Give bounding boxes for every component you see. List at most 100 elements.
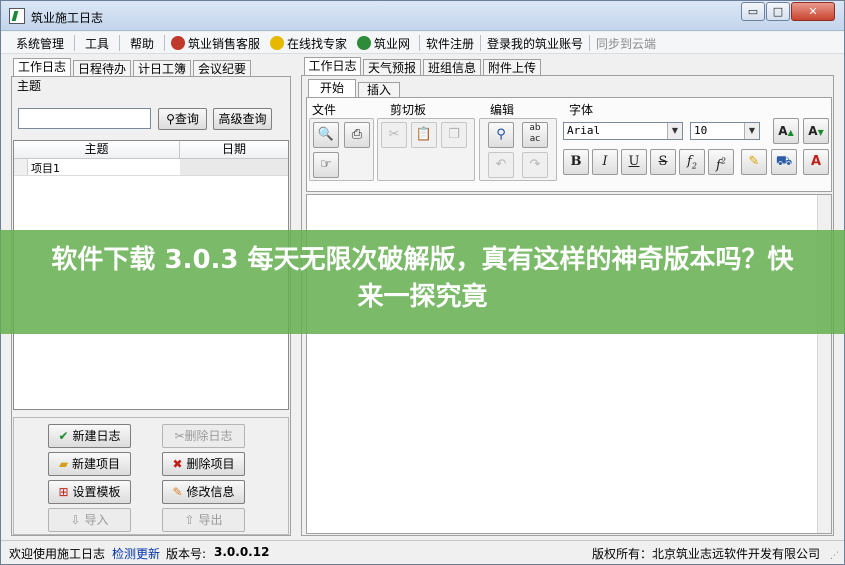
title-bar: 筑业施工日志 ▭ □ ✕ bbox=[1, 1, 844, 31]
font-size-value: 10 bbox=[694, 124, 708, 137]
template-label: 设置模板 bbox=[72, 485, 121, 499]
edit-info-button[interactable]: ✎ 修改信息 bbox=[162, 480, 245, 504]
close-button[interactable]: ✕ bbox=[791, 2, 835, 21]
menu-separator bbox=[589, 35, 590, 51]
paste-button[interactable]: 📋 bbox=[411, 122, 437, 148]
search-input[interactable] bbox=[18, 108, 151, 129]
menu-sales-service[interactable]: 筑业销售客服 bbox=[171, 35, 260, 52]
find-binoculars-icon: ⚲ bbox=[496, 127, 506, 142]
new-project-button[interactable]: ▰ 新建项目 bbox=[48, 452, 131, 476]
paint-bucket-icon: ⛟ bbox=[775, 154, 793, 169]
font-size-select[interactable]: 10 ▼ bbox=[690, 122, 760, 140]
group-label-font: 字体 bbox=[569, 103, 594, 117]
menu-cloud-sync[interactable]: 同步到云端 bbox=[596, 35, 656, 52]
highlight-button[interactable]: ✎ bbox=[741, 149, 767, 175]
ribbon-tab-home[interactable]: 开始 bbox=[308, 79, 356, 97]
new-log-label: 新建日志 bbox=[72, 429, 121, 443]
find-button[interactable]: ⚲ bbox=[488, 122, 514, 148]
menu-zhuye-net[interactable]: 筑业网 bbox=[357, 35, 410, 52]
search-button[interactable]: ⚲查询 bbox=[158, 108, 207, 130]
subscript-button[interactable]: f2 bbox=[679, 149, 705, 175]
new-log-button[interactable]: ✔ 新建日志 bbox=[48, 424, 131, 448]
import-label: 导入 bbox=[84, 513, 109, 527]
minimize-button[interactable]: ▭ bbox=[741, 2, 765, 21]
undo-button[interactable]: ↶ bbox=[488, 152, 514, 178]
table-row[interactable]: 项目1 bbox=[14, 159, 288, 176]
font-name-value: Arial bbox=[567, 124, 601, 137]
subscript-icon: f2 bbox=[687, 154, 697, 171]
menu-find-expert[interactable]: 在线找专家 bbox=[270, 35, 347, 52]
replace-button[interactable]: ab ac bbox=[522, 122, 548, 148]
font-name-select[interactable]: Arial ▼ bbox=[563, 122, 683, 140]
edit-info-label: 修改信息 bbox=[186, 485, 235, 499]
undo-icon: ↶ bbox=[495, 157, 507, 172]
resize-grip-icon[interactable]: ⋰ bbox=[830, 551, 839, 561]
clipboard-group: ✂ 📋 ❐ bbox=[377, 118, 475, 181]
menu-system[interactable]: 系统管理 bbox=[16, 35, 64, 52]
delete-project-button[interactable]: ✖ 删除项目 bbox=[162, 452, 245, 476]
redo-button[interactable]: ↷ bbox=[522, 152, 548, 178]
template-icon: ⊞ bbox=[58, 485, 69, 499]
menu-separator bbox=[119, 35, 120, 51]
tab-log-editor[interactable]: 工作日志 bbox=[304, 57, 361, 75]
menu-find-expert-label: 在线找专家 bbox=[287, 37, 348, 51]
format-painter-button[interactable]: ⛟ bbox=[771, 149, 797, 175]
scissors-icon: ✂ bbox=[174, 429, 185, 443]
grow-font-button[interactable]: A▲ bbox=[773, 118, 799, 144]
delete-log-label: 删除日志 bbox=[184, 429, 233, 443]
group-label-clipboard: 剪切板 bbox=[390, 103, 427, 117]
ribbon-tab-insert[interactable]: 插入 bbox=[358, 82, 400, 98]
menu-register[interactable]: 软件注册 bbox=[426, 35, 474, 52]
service-icon bbox=[171, 36, 185, 50]
menu-help[interactable]: 帮助 bbox=[130, 35, 154, 52]
tab-work-log[interactable]: 工作日志 bbox=[13, 58, 71, 76]
menu-separator bbox=[480, 35, 481, 51]
preview-button[interactable]: 🔍 bbox=[313, 122, 339, 148]
shrink-font-button[interactable]: A▼ bbox=[803, 118, 829, 144]
menu-tools[interactable]: 工具 bbox=[85, 35, 109, 52]
delete-log-button[interactable]: ✂删除日志 bbox=[162, 424, 245, 448]
menu-sales-service-label: 筑业销售客服 bbox=[188, 37, 261, 51]
chevron-down-icon: ▼ bbox=[744, 123, 759, 139]
menu-separator bbox=[74, 35, 75, 51]
new-project-label: 新建项目 bbox=[72, 457, 121, 471]
cut-button[interactable]: ✂ bbox=[381, 122, 407, 148]
superscript-button[interactable]: f2 bbox=[708, 149, 734, 175]
menu-bar: 系统管理 工具 帮助 筑业销售客服 在线找专家 筑业网 软件注册 登录我的筑业账… bbox=[1, 32, 844, 54]
italic-button[interactable]: I bbox=[592, 149, 618, 175]
arrow-down-icon: ⇩ bbox=[70, 513, 81, 527]
chevron-down-icon: ▼ bbox=[667, 123, 682, 139]
template-button[interactable]: ⊞ 设置模板 bbox=[48, 480, 131, 504]
menu-login[interactable]: 登录我的筑业账号 bbox=[487, 35, 583, 52]
group-label-file: 文件 bbox=[312, 103, 337, 117]
window-title: 筑业施工日志 bbox=[31, 11, 104, 25]
copy-button[interactable]: ❐ bbox=[441, 122, 467, 148]
menu-zhuye-net-label: 筑业网 bbox=[374, 37, 411, 51]
strikethrough-icon: S bbox=[658, 154, 668, 169]
print-button[interactable]: ⎙ bbox=[344, 122, 370, 148]
column-date[interactable]: 日期 bbox=[180, 141, 288, 159]
bold-button[interactable]: B bbox=[563, 149, 589, 175]
underline-icon: U bbox=[628, 154, 640, 169]
redo-icon: ↷ bbox=[529, 157, 541, 172]
welcome-text: 欢迎使用施工日志 bbox=[9, 547, 106, 561]
column-subject[interactable]: 主题 bbox=[14, 141, 180, 159]
copy-icon: ❐ bbox=[448, 127, 460, 142]
search-button-label: 查询 bbox=[174, 112, 199, 126]
import-button[interactable]: ⇩ 导入 bbox=[48, 508, 131, 532]
row-date bbox=[180, 159, 288, 175]
export-button[interactable]: ⇧ 导出 bbox=[162, 508, 245, 532]
check-update-link[interactable]: 检测更新 bbox=[112, 545, 160, 562]
maximize-button[interactable]: □ bbox=[766, 2, 790, 21]
strikethrough-button[interactable]: S bbox=[650, 149, 676, 175]
menu-separator bbox=[164, 35, 165, 51]
overlay-banner: 软件下载 3.0.3 每天无限次破解版，真有这样的神奇版本吗？快来一探究竟 bbox=[0, 230, 845, 334]
page-setup-button[interactable]: ☞ bbox=[313, 152, 339, 178]
advanced-search-button[interactable]: 高级查询 bbox=[213, 108, 272, 130]
underline-button[interactable]: U bbox=[621, 149, 647, 175]
edit-group: ⚲ ab ac ↶ ↷ bbox=[479, 118, 557, 181]
font-color-button[interactable]: A bbox=[803, 149, 829, 175]
version-value: 3.0.0.12 bbox=[214, 545, 270, 559]
check-icon: ✔ bbox=[58, 429, 69, 443]
file-group: 🔍 ⎙ ☞ bbox=[309, 118, 374, 181]
